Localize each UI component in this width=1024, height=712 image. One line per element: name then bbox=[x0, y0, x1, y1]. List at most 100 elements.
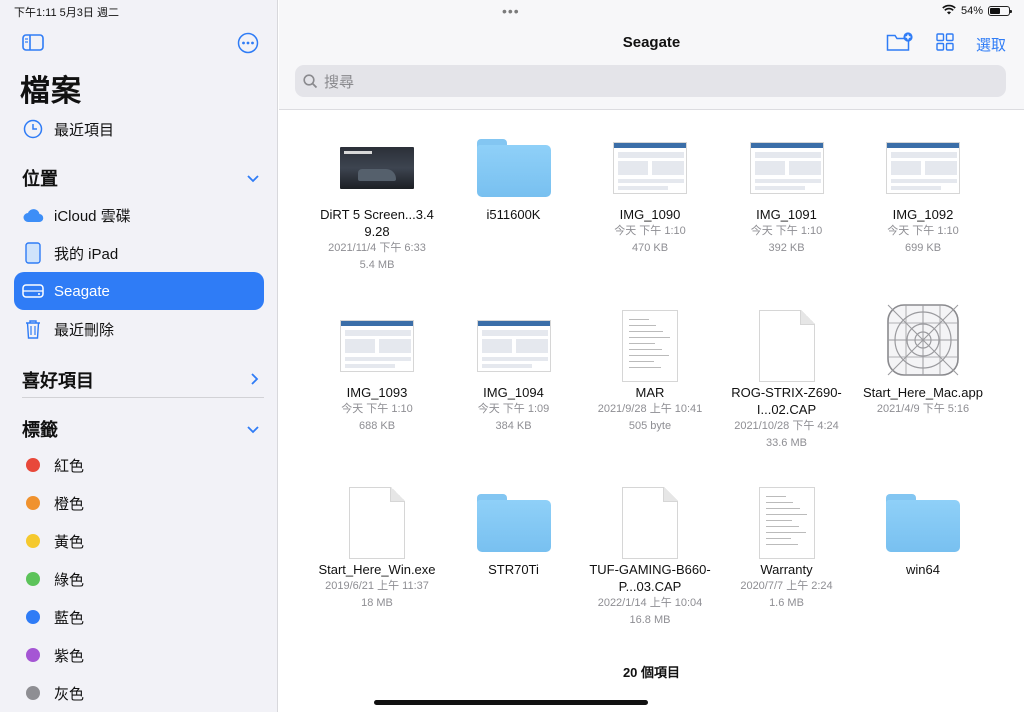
more-options-icon[interactable] bbox=[237, 32, 259, 59]
file-size: 699 KB bbox=[904, 242, 942, 254]
folder-icon bbox=[476, 139, 551, 197]
file-name: DiRT 5 Screen...3.49.28 bbox=[320, 207, 434, 239]
file-date: 今天 下午 1:10 bbox=[614, 225, 686, 237]
main-content: Seagate 選取 搜尋 DiRT 5 Screen...3.49.28 202… bbox=[279, 0, 1024, 712]
tag-color-dot-icon bbox=[26, 572, 40, 586]
file-info: Start_Here_Win.exe 2019/6/21 上午 11:37 18 M… bbox=[309, 561, 445, 612]
screenshot-thumbnail bbox=[886, 142, 960, 194]
folder-icon bbox=[886, 494, 960, 552]
screenshot-thumbnail bbox=[340, 320, 414, 372]
file-info: i511600K bbox=[446, 206, 582, 223]
file-name: STR70Ti bbox=[488, 562, 539, 577]
clock-icon bbox=[22, 118, 44, 140]
file-date: 2021/11/4 下午 6:33 bbox=[328, 242, 426, 254]
home-indicator[interactable] bbox=[374, 700, 648, 705]
sidebar-item-tag[interactable]: 橙色 bbox=[14, 484, 264, 522]
new-folder-icon[interactable] bbox=[886, 32, 914, 57]
search-input[interactable]: 搜尋 bbox=[295, 65, 1006, 97]
locations-header[interactable]: 位置 bbox=[22, 165, 260, 191]
multitasking-dots-icon[interactable]: ••• bbox=[502, 3, 520, 19]
tag-color-dot-icon bbox=[26, 534, 40, 548]
file-size: 688 KB bbox=[358, 420, 396, 432]
grid-view-icon[interactable] bbox=[936, 33, 954, 56]
tags-header-label: 標籤 bbox=[22, 420, 58, 440]
file-info: MAR 2021/9/28 上午 10:41 505 byte bbox=[582, 384, 718, 435]
sidebar-item-label: 最近刪除 bbox=[54, 321, 115, 339]
file-name: IMG_1094 bbox=[483, 385, 544, 400]
sidebar-item-tag[interactable]: 紅色 bbox=[14, 446, 264, 484]
favorites-header[interactable]: 喜好項目 bbox=[22, 367, 260, 393]
sidebar-item-label: 橙色 bbox=[54, 495, 85, 513]
select-button[interactable]: 選取 bbox=[976, 34, 1006, 55]
file-size: 1.6 MB bbox=[769, 597, 804, 609]
file-size: 470 KB bbox=[631, 242, 669, 254]
sidebar-item-tag[interactable]: 黃色 bbox=[14, 522, 264, 560]
chevron-down-icon[interactable] bbox=[246, 419, 260, 440]
trash-icon bbox=[22, 318, 44, 340]
blank-file-icon bbox=[758, 310, 815, 382]
sidebar-item-label: 最近項目 bbox=[54, 121, 115, 139]
sidebar-item-tag[interactable]: 灰色 bbox=[14, 674, 264, 712]
cloud-icon bbox=[22, 204, 44, 226]
sidebar-item-my-ipad[interactable]: 我的 iPad bbox=[14, 234, 264, 272]
favorites-header-label: 喜好項目 bbox=[22, 371, 94, 391]
wifi-icon bbox=[942, 4, 956, 18]
tag-color-dot-icon bbox=[26, 496, 40, 510]
battery-percent: 54% bbox=[960, 5, 983, 17]
file-name: Start_Here_Win.exe bbox=[318, 562, 436, 577]
file-date: 2021/10/28 下午 4:24 bbox=[734, 420, 839, 432]
sidebar: 檔案 最近項目 位置 iCloud 雲碟 我的 iPad Seagate 最近刪… bbox=[0, 0, 278, 712]
tag-color-dot-icon bbox=[26, 686, 40, 700]
file-info: IMG_1094 今天 下午 1:09 384 KB bbox=[446, 384, 582, 435]
file-date: 2020/7/7 上午 2:24 bbox=[740, 580, 833, 592]
file-size: 505 byte bbox=[628, 420, 672, 432]
file-size: 392 KB bbox=[768, 242, 805, 254]
status-right: 54% bbox=[942, 4, 1012, 18]
ipad-icon bbox=[22, 242, 44, 264]
locations-header-label: 位置 bbox=[22, 169, 58, 189]
file-date: 2021/9/28 上午 10:41 bbox=[597, 403, 703, 415]
item-count: 20 個項目 bbox=[622, 665, 681, 680]
app-icon bbox=[886, 303, 960, 382]
file-size: 33.6 MB bbox=[766, 437, 807, 449]
sidebar-item-label: 我的 iPad bbox=[54, 245, 119, 263]
sidebar-item-tag[interactable]: 綠色 bbox=[14, 560, 264, 598]
file-info: IMG_1090 今天 下午 1:10 470 KB bbox=[582, 206, 718, 257]
sidebar-item-seagate[interactable]: Seagate bbox=[14, 272, 264, 310]
file-info: ROG-STRIX-Z690-I...02.CAP 2021/10/28 下午 4… bbox=[719, 384, 855, 452]
screenshot-thumbnail bbox=[613, 142, 687, 194]
file-name: IMG_1090 bbox=[619, 207, 681, 222]
file-date: 2019/6/21 上午 11:37 bbox=[325, 580, 429, 592]
sidebar-item-tag[interactable]: 紫色 bbox=[14, 636, 264, 674]
sidebar-item-label: iCloud 雲碟 bbox=[54, 207, 131, 225]
file-name: Start_Here_Mac.app bbox=[863, 385, 983, 400]
blank-file-icon bbox=[622, 487, 678, 559]
file-info: IMG_1092 今天 下午 1:10 699 KB bbox=[855, 206, 991, 257]
file-info: win64 bbox=[855, 561, 991, 578]
sidebar-item-label: Seagate bbox=[54, 282, 110, 300]
tag-color-dot-icon bbox=[26, 648, 40, 662]
file-date: 今天 下午 1:09 bbox=[477, 403, 550, 415]
file-date: 今天 下午 1:10 bbox=[750, 225, 823, 237]
file-info: STR70Ti bbox=[446, 561, 582, 578]
document-thumbnail bbox=[622, 310, 678, 382]
chevron-down-icon[interactable] bbox=[246, 168, 260, 189]
sidebar-item-recently-deleted[interactable]: 最近刪除 bbox=[14, 310, 264, 348]
sidebar-toggle-icon[interactable] bbox=[22, 34, 44, 56]
file-info: DiRT 5 Screen...3.49.28 2021/11/4 下午 6:33… bbox=[309, 206, 445, 274]
divider bbox=[22, 397, 264, 398]
file-info: Start_Here_Mac.app 2021/4/9 下午 5:16 bbox=[855, 384, 991, 418]
sidebar-item-recents[interactable]: 最近項目 bbox=[14, 110, 264, 148]
sidebar-item-icloud[interactable]: iCloud 雲碟 bbox=[14, 196, 264, 234]
file-name: ROG-STRIX-Z690-I...02.CAP bbox=[731, 385, 842, 417]
file-size: 384 KB bbox=[495, 420, 532, 432]
tags-header[interactable]: 標籤 bbox=[22, 416, 260, 442]
chevron-right-icon[interactable] bbox=[250, 370, 260, 391]
battery-icon bbox=[988, 6, 1012, 16]
sidebar-item-label: 灰色 bbox=[54, 685, 85, 703]
photo-thumbnail bbox=[340, 147, 414, 189]
sidebar-title: 檔案 bbox=[20, 75, 82, 108]
sidebar-item-tag[interactable]: 藍色 bbox=[14, 598, 264, 636]
sidebar-item-label: 紅色 bbox=[54, 457, 85, 475]
file-date: 2021/4/9 下午 5:16 bbox=[876, 403, 970, 415]
